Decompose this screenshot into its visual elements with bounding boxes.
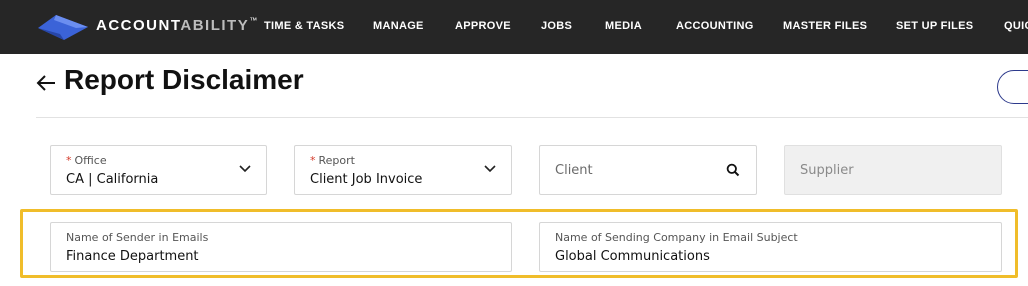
client-placeholder: Client bbox=[555, 163, 593, 178]
accountability-logo-icon[interactable] bbox=[36, 12, 94, 42]
required-asterisk: * bbox=[66, 154, 72, 167]
sender-name-value: Finance Department bbox=[66, 249, 199, 264]
office-label-text: Office bbox=[74, 154, 107, 167]
brand-name-bold: ACCOUNT bbox=[96, 17, 181, 34]
header-action-button[interactable] bbox=[997, 70, 1028, 104]
supplier-field: Supplier bbox=[784, 145, 1002, 195]
page-title: Report Disclaimer bbox=[64, 64, 304, 95]
header-divider bbox=[36, 117, 1028, 118]
nav-item-jobs[interactable]: JOBS bbox=[541, 20, 572, 32]
brand-name-light: ABILITY bbox=[180, 17, 250, 34]
office-label: * Office bbox=[66, 154, 107, 167]
report-label-text: Report bbox=[318, 154, 355, 167]
sender-name-field[interactable]: Name of Sender in Emails Finance Departm… bbox=[50, 222, 512, 272]
supplier-placeholder: Supplier bbox=[800, 163, 854, 178]
sending-company-field[interactable]: Name of Sending Company in Email Subject… bbox=[539, 222, 1002, 272]
nav-item-accounting[interactable]: ACCOUNTING bbox=[676, 20, 754, 32]
nav-item-set-up-files[interactable]: SET UP FILES bbox=[896, 20, 973, 32]
office-select[interactable]: * Office CA | California bbox=[50, 145, 267, 195]
nav-item-quick[interactable]: QUIC bbox=[1004, 20, 1028, 32]
nav-item-approve[interactable]: APPROVE bbox=[455, 20, 511, 32]
report-select[interactable]: * Report Client Job Invoice bbox=[294, 145, 512, 195]
sending-company-value: Global Communications bbox=[555, 249, 710, 264]
back-arrow-icon[interactable] bbox=[35, 72, 57, 94]
trademark-symbol: ™ bbox=[249, 16, 259, 25]
report-label: * Report bbox=[310, 154, 355, 167]
nav-item-manage[interactable]: MANAGE bbox=[373, 20, 424, 32]
chevron-down-icon bbox=[484, 165, 496, 173]
office-value: CA | California bbox=[66, 172, 159, 187]
nav-item-time-tasks[interactable]: TIME & TASKS bbox=[264, 20, 344, 32]
search-icon[interactable] bbox=[726, 163, 740, 177]
top-nav-bar: ACCOUNTABILITY™ TIME & TASKS MANAGE APPR… bbox=[0, 0, 1028, 54]
chevron-down-icon bbox=[239, 165, 251, 173]
nav-item-master-files[interactable]: MASTER FILES bbox=[783, 20, 867, 32]
client-search-field[interactable]: Client bbox=[539, 145, 757, 195]
sending-company-label: Name of Sending Company in Email Subject bbox=[555, 231, 798, 244]
report-value: Client Job Invoice bbox=[310, 172, 423, 187]
nav-item-media[interactable]: MEDIA bbox=[605, 20, 642, 32]
brand-name: ACCOUNTABILITY™ bbox=[96, 16, 259, 34]
required-asterisk: * bbox=[310, 154, 316, 167]
sender-name-label: Name of Sender in Emails bbox=[66, 231, 209, 244]
